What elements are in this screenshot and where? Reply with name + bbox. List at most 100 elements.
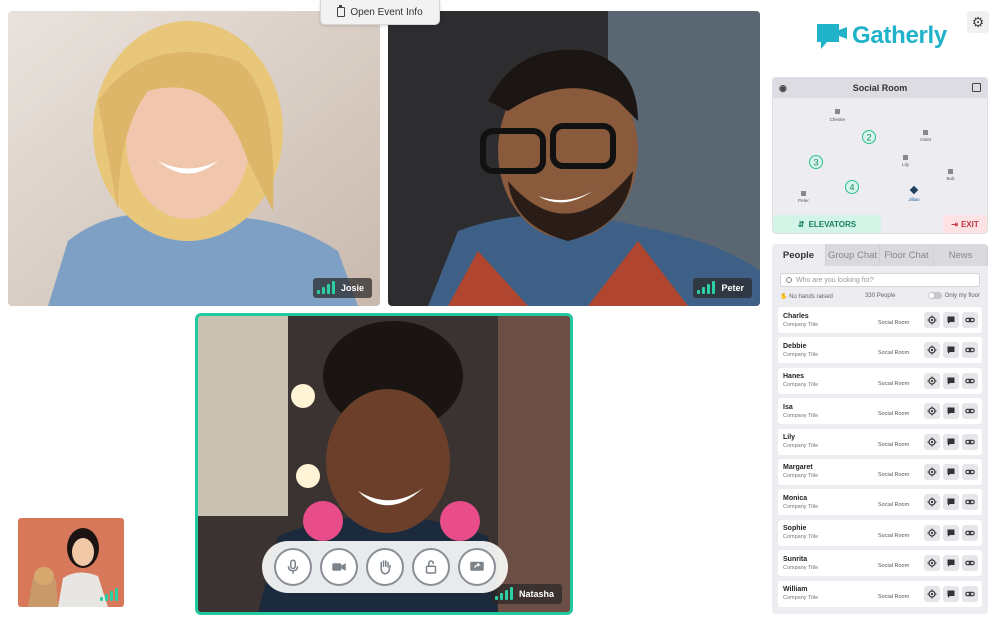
locate-button[interactable] — [924, 555, 940, 572]
message-button[interactable] — [943, 463, 959, 480]
lock-button[interactable] — [412, 548, 450, 586]
open-event-info-label: Open Event Info — [350, 6, 423, 18]
settings-button[interactable]: ⚙ — [967, 11, 989, 33]
open-event-info-button[interactable]: Open Event Info — [320, 0, 440, 25]
clipboard-icon — [337, 5, 346, 17]
fullscreen-icon[interactable] — [972, 83, 981, 92]
brand-name: Gatherly — [852, 22, 947, 49]
message-button[interactable] — [943, 555, 959, 572]
person-row[interactable]: Charles Company Title Social Room — [778, 307, 982, 333]
message-button[interactable] — [943, 342, 959, 359]
toggle-switch[interactable] — [927, 292, 942, 300]
room-floor[interactable]: Chester Violet Lily Bob Peter Jillian 2 … — [773, 98, 988, 216]
person-marker-violet[interactable] — [923, 130, 928, 135]
locate-icon — [927, 315, 937, 325]
person-label-bob: Bob — [946, 176, 955, 181]
person-row[interactable]: Lily Company Title Social Room — [778, 428, 982, 455]
link-button[interactable] — [962, 433, 978, 450]
link-button[interactable] — [962, 494, 978, 511]
person-location: Social Room — [878, 350, 910, 357]
raise-hand-button[interactable] — [366, 548, 404, 586]
person-title: Company Title — [783, 473, 819, 480]
person-row[interactable]: Sunrita Company Title Social Room — [778, 550, 982, 577]
message-button[interactable] — [943, 524, 959, 541]
link-button[interactable] — [962, 555, 978, 572]
message-button[interactable] — [943, 312, 959, 328]
link-icon — [965, 500, 975, 505]
locate-button[interactable] — [924, 463, 940, 480]
person-title: Company Title — [783, 595, 819, 602]
locate-icon — [927, 528, 937, 538]
person-name: Charles — [783, 312, 809, 320]
person-marker-bob[interactable] — [948, 169, 953, 174]
link-button[interactable] — [962, 372, 978, 389]
person-marker-peter[interactable] — [801, 191, 806, 196]
exit-button[interactable]: ⇥ EXIT — [943, 215, 987, 233]
no-hands-raised: No hands raised — [789, 293, 833, 300]
message-button[interactable] — [943, 433, 959, 450]
locate-icon — [927, 497, 937, 507]
person-location: Social Room — [878, 320, 910, 326]
person-row[interactable]: Isa Company Title Social Room — [778, 398, 982, 425]
elevators-button[interactable]: ⇵ ELEVATORS — [773, 215, 881, 233]
camera-icon — [332, 563, 346, 571]
person-row[interactable]: Hanes Company Title Social Room — [778, 367, 982, 394]
locate-button[interactable] — [924, 494, 940, 511]
link-button[interactable] — [962, 585, 978, 602]
person-marker-lily[interactable] — [903, 155, 908, 160]
person-row[interactable]: Monica Company Title Social Room — [778, 489, 982, 516]
tab-group-chat[interactable]: Group Chat — [826, 244, 880, 266]
message-button[interactable] — [943, 403, 959, 420]
video-tile-peter[interactable]: Peter — [388, 11, 760, 306]
group-count-2: 2 — [866, 133, 871, 143]
person-row[interactable]: William Company Title Social Room — [778, 580, 982, 607]
locate-button[interactable] — [924, 342, 940, 359]
chat-icon — [947, 407, 955, 415]
video-tile-josie[interactable]: Josie — [8, 11, 380, 306]
person-marker-jillian-self[interactable] — [909, 185, 919, 195]
locate-button[interactable] — [924, 433, 940, 450]
locate-button[interactable] — [924, 585, 940, 602]
tab-people[interactable]: People — [772, 244, 826, 266]
link-button[interactable] — [962, 403, 978, 420]
locate-button[interactable] — [924, 403, 940, 420]
locate-button[interactable] — [924, 524, 940, 541]
person-info: Hanes Company Title — [783, 372, 878, 389]
link-button[interactable] — [962, 312, 978, 328]
group-count-4: 4 — [849, 183, 854, 193]
link-icon — [965, 439, 975, 444]
side-panel: People Group Chat Floor Chat News Who ar… — [772, 244, 988, 614]
locate-icon — [927, 376, 937, 386]
chat-icon — [947, 316, 955, 324]
message-button[interactable] — [943, 372, 959, 389]
camera-button[interactable] — [320, 548, 358, 586]
locate-button[interactable] — [924, 312, 940, 328]
link-button[interactable] — [962, 342, 978, 359]
logo-chat-bubble-icon — [817, 24, 847, 49]
locate-icon — [927, 406, 937, 416]
share-screen-button[interactable] — [458, 548, 496, 586]
people-search-input[interactable]: Who are you looking for? — [780, 273, 980, 287]
tab-news[interactable]: News — [934, 244, 988, 266]
person-row[interactable]: Debbie Company Title Social Room — [778, 337, 982, 364]
person-actions — [924, 524, 978, 541]
only-my-floor-toggle[interactable]: Only my floor — [927, 292, 980, 300]
person-row[interactable]: Sophie Company Title Social Room — [778, 519, 982, 546]
person-title: Company Title — [783, 534, 819, 541]
locate-button[interactable] — [924, 372, 940, 389]
person-row[interactable]: Margaret Company Title Social Room — [778, 458, 982, 485]
link-button[interactable] — [962, 524, 978, 541]
name-tag: Natasha — [490, 584, 562, 604]
link-button[interactable] — [962, 463, 978, 480]
only-my-floor-label: Only my floor — [944, 293, 980, 300]
message-button[interactable] — [943, 494, 959, 511]
microphone-icon — [287, 559, 299, 574]
person-title: Company Title — [783, 412, 819, 419]
tab-floor-chat[interactable]: Floor Chat — [880, 244, 934, 266]
person-actions — [924, 312, 978, 328]
self-view-video[interactable] — [18, 518, 124, 607]
microphone-button[interactable] — [274, 548, 312, 586]
person-marker-chester[interactable] — [835, 109, 840, 114]
message-button[interactable] — [943, 585, 959, 602]
eye-icon[interactable]: ◉ — [779, 83, 789, 93]
